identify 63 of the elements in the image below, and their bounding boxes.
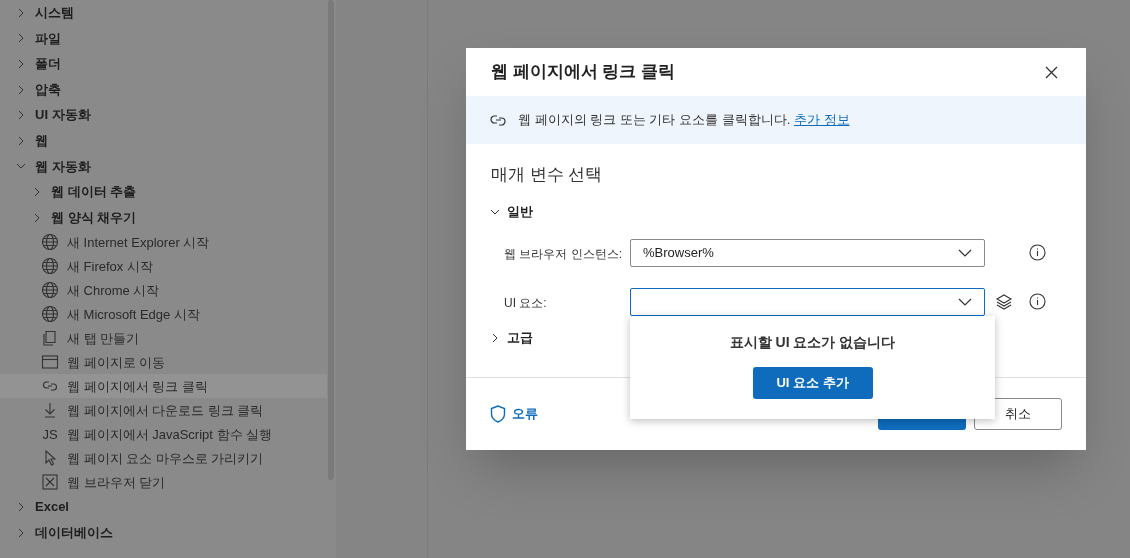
- chevron-right-icon: [32, 186, 42, 197]
- tree-group[interactable]: UI 자동화: [0, 102, 327, 128]
- window-icon: [41, 353, 59, 372]
- action-item[interactable]: 새 Microsoft Edge 시작: [0, 302, 327, 327]
- tree-group[interactable]: 웹 양식 채우기: [0, 204, 327, 231]
- tab-icon: [41, 329, 59, 348]
- shield-icon: [490, 405, 506, 423]
- chevron-right-icon: [16, 527, 26, 538]
- globe-icon: [41, 305, 59, 324]
- chevron-right-icon: [16, 84, 26, 95]
- chevron-right-icon: [16, 502, 26, 513]
- tree-group[interactable]: 웹: [0, 127, 327, 154]
- tree-group[interactable]: 데이터베이스: [0, 519, 327, 546]
- chevron-right-icon: [490, 332, 500, 343]
- tree-group[interactable]: Excel: [0, 494, 327, 520]
- action-item[interactable]: 새 탭 만들기: [0, 326, 327, 351]
- add-ui-element-button[interactable]: UI 요소 추가: [752, 367, 873, 399]
- action-item[interactable]: 새 Chrome 시작: [0, 278, 327, 303]
- action-item[interactable]: 웹 페이지로 이동: [0, 350, 327, 375]
- action-item[interactable]: 새 Internet Explorer 시작: [0, 230, 327, 255]
- chevron-down-icon: [958, 297, 972, 306]
- action-item[interactable]: 웹 페이지 요소 마우스로 가리키기: [0, 446, 327, 471]
- section-heading: 매개 변수 선택: [490, 164, 604, 186]
- error-link[interactable]: 오류: [490, 404, 538, 424]
- tree-group[interactable]: 폴더: [0, 51, 327, 77]
- globe-icon: [41, 281, 59, 300]
- tree-group[interactable]: 시스템: [0, 0, 327, 26]
- section-toggle[interactable]: 고급: [490, 325, 533, 350]
- field-label: UI 요소:: [504, 295, 547, 310]
- chevron-right-icon: [16, 110, 26, 121]
- tree-group[interactable]: 파일: [0, 25, 327, 52]
- close-icon: [1044, 65, 1058, 79]
- info-text: 웹 페이지의 링크 또는 기타 요소를 클릭합니다. 추가 정보: [518, 111, 850, 130]
- close-icon: [41, 473, 59, 492]
- more-info-link[interactable]: 추가 정보: [793, 112, 850, 128]
- globe-icon: [41, 233, 59, 252]
- dialog-title: 웹 페이지에서 링크 클릭: [491, 61, 676, 84]
- section-toggle[interactable]: 일반: [490, 199, 533, 224]
- dropdown-field[interactable]: %Browser%: [630, 238, 985, 267]
- action-item[interactable]: JS 웹 페이지에서 JavaScript 함수 실행: [0, 422, 327, 447]
- action-item[interactable]: 웹 브라우저 닫기: [0, 470, 327, 495]
- tree-group[interactable]: 웹 데이터 추출: [0, 179, 327, 205]
- script-icon: JS: [41, 424, 59, 445]
- chevron-right-icon: [16, 135, 26, 146]
- info-icon[interactable]: [1029, 293, 1046, 310]
- tree-group[interactable]: 웹 자동화: [0, 153, 327, 180]
- chevron-down-icon: [958, 248, 972, 257]
- dropdown-field[interactable]: [630, 287, 985, 316]
- info-icon[interactable]: [1029, 244, 1046, 261]
- layers-icon[interactable]: [995, 292, 1013, 311]
- chevron-right-icon: [16, 7, 26, 18]
- globe-icon: [41, 257, 59, 276]
- field-label: 웹 브라우저 인스턴스:: [504, 246, 622, 261]
- chevron-right-icon: [16, 33, 26, 44]
- action-item[interactable]: 웹 페이지에서 링크 클릭: [0, 374, 327, 399]
- link-icon: [490, 114, 508, 126]
- action-item[interactable]: 웹 페이지에서 다운로드 링크 클릭: [0, 398, 327, 423]
- scrollbar-thumb[interactable]: [328, 0, 334, 480]
- chevron-right-icon: [16, 59, 26, 69]
- chevron-right-icon: [32, 212, 42, 223]
- empty-message: 표시할 UI 요소가 없습니다: [729, 333, 896, 352]
- tree-group[interactable]: 압축: [0, 76, 327, 103]
- action-item[interactable]: 새 Firefox 시작: [0, 254, 327, 279]
